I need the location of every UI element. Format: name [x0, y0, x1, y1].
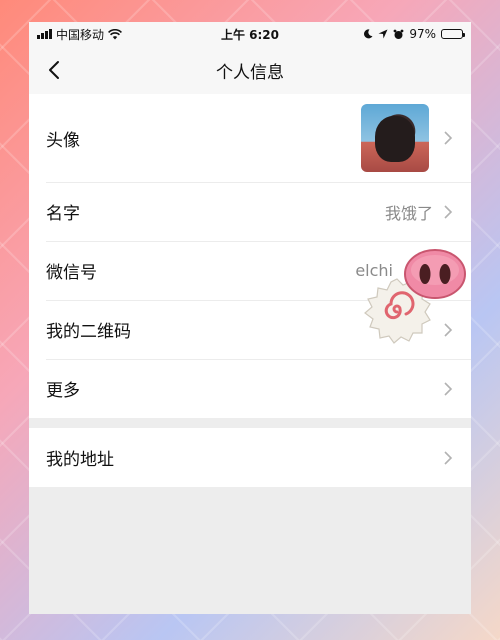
signal-icon [37, 29, 52, 39]
row-value: 我饿了 [384, 203, 433, 223]
address-list: 我的地址 [29, 428, 471, 487]
chevron-right-icon [444, 131, 453, 145]
row-name[interactable]: 名字 我饿了 [29, 182, 471, 241]
status-bar: 中国移动 上午 6:20 97% [29, 22, 471, 46]
location-icon [378, 29, 388, 39]
status-time: 上午 6:20 [220, 27, 280, 42]
chevron-right-icon [444, 204, 453, 219]
status-left: 中国移动 [37, 26, 122, 43]
row-label: 我的地址 [46, 450, 114, 470]
row-label: 名字 [46, 204, 80, 224]
back-chevron-icon[interactable] [43, 58, 67, 82]
nav-bar: 个人信息 [29, 46, 471, 94]
row-address[interactable]: 我的地址 [29, 428, 471, 487]
moon-icon [364, 29, 373, 39]
pig-nose-sticker-icon [404, 249, 466, 299]
alarm-icon [393, 29, 404, 39]
row-avatar[interactable]: 头像 [29, 94, 471, 182]
wifi-icon [108, 28, 122, 39]
carrier-label: 中国移动 [56, 27, 105, 42]
avatar [361, 104, 429, 172]
status-right: 97% [363, 27, 465, 41]
row-label: 微信号 [46, 263, 97, 283]
chevron-right-icon [444, 450, 453, 465]
row-more[interactable]: 更多 [29, 359, 471, 418]
chevron-right-icon [444, 381, 453, 396]
page-title: 个人信息 [216, 62, 284, 83]
row-label: 更多 [46, 381, 80, 401]
row-label: 我的二维码 [46, 322, 131, 342]
row-label: 头像 [46, 130, 80, 151]
battery-icon [441, 29, 465, 39]
chevron-right-icon [444, 322, 453, 337]
battery-percent: 97% [409, 27, 436, 41]
